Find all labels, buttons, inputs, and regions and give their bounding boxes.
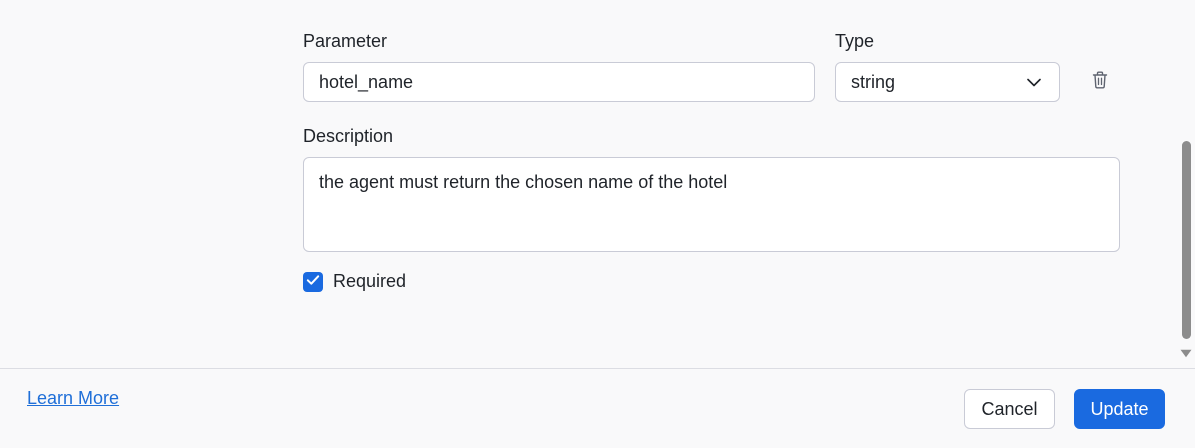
parameter-name-input[interactable]: hotel_name	[303, 62, 815, 102]
cancel-button-label: Cancel	[981, 398, 1038, 419]
trash-icon	[1092, 71, 1108, 94]
type-select-value: string	[851, 71, 896, 92]
learn-more-link[interactable]: Learn More	[27, 388, 119, 409]
update-button[interactable]: Update	[1074, 389, 1165, 429]
chevron-down-icon	[1025, 73, 1043, 91]
footer-divider	[0, 368, 1195, 369]
update-button-label: Update	[1090, 398, 1149, 419]
scroll-down-button[interactable]	[1179, 348, 1192, 359]
required-checkbox[interactable]	[303, 272, 323, 292]
required-label[interactable]: Required	[333, 271, 406, 292]
parameter-editor-dialog: Parameter hotel_name Type string Descrip…	[0, 0, 1195, 448]
delete-parameter-button[interactable]	[1089, 71, 1111, 93]
parameter-label: Parameter	[303, 31, 388, 51]
scrollbar-thumb[interactable]	[1182, 141, 1191, 339]
description-value: the agent must return the chosen name of…	[319, 172, 728, 192]
cancel-button[interactable]: Cancel	[964, 389, 1055, 429]
type-label: Type	[835, 31, 875, 51]
check-icon	[306, 273, 320, 291]
description-label: Description	[303, 126, 394, 146]
type-select[interactable]: string	[835, 62, 1060, 102]
form-scroll-area: Parameter hotel_name Type string Descrip…	[0, 0, 1195, 368]
description-textarea[interactable]: the agent must return the chosen name of…	[303, 157, 1120, 252]
parameter-name-value: hotel_name	[319, 71, 414, 92]
triangle-down-icon	[1180, 345, 1192, 363]
